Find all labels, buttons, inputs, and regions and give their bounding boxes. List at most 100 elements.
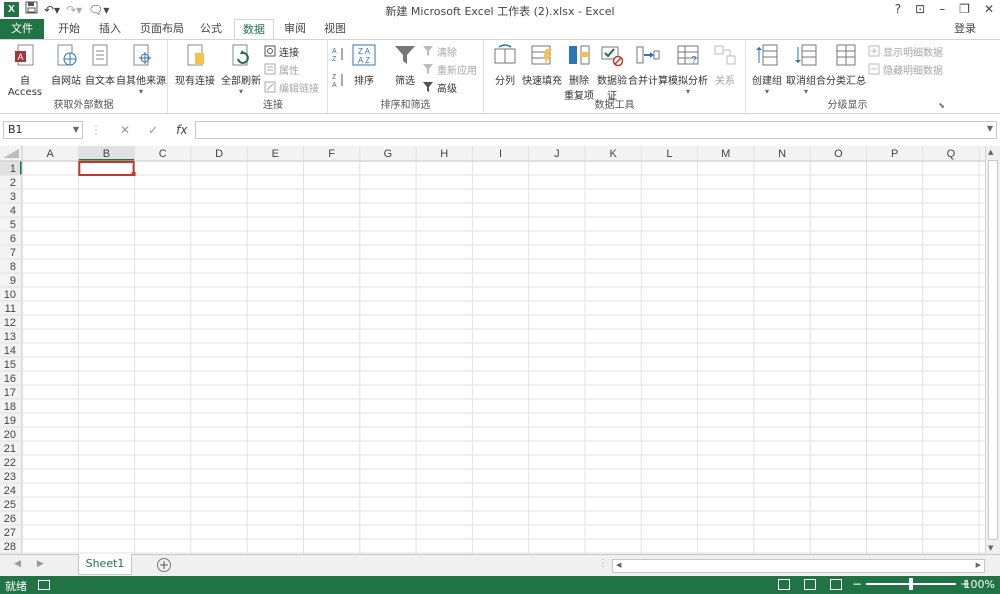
outline-dialog-launcher-icon[interactable]: ⬊ bbox=[938, 101, 945, 110]
row-header-8[interactable]: 8 bbox=[10, 261, 16, 273]
enter-icon[interactable]: ✓ bbox=[148, 121, 158, 139]
row-header-2[interactable]: 2 bbox=[10, 177, 16, 189]
existing-connections-button[interactable]: 现有连接 bbox=[172, 43, 218, 87]
edit-links-button[interactable]: 编辑链接 bbox=[264, 79, 319, 95]
row-header-18[interactable]: 18 bbox=[4, 401, 16, 413]
column-header-O[interactable]: O bbox=[834, 148, 843, 160]
column-header-B[interactable]: B bbox=[103, 148, 110, 160]
scroll-right-icon[interactable]: ▶ bbox=[976, 561, 981, 569]
selected-cell[interactable] bbox=[78, 161, 135, 176]
add-sheet-icon[interactable]: + bbox=[157, 558, 171, 572]
tab-review[interactable]: 审阅 bbox=[278, 19, 312, 39]
group-button[interactable]: 创建组 ▾ bbox=[748, 43, 786, 96]
row-header-26[interactable]: 26 bbox=[4, 513, 16, 525]
normal-view-icon[interactable] bbox=[778, 579, 790, 590]
column-header-D[interactable]: D bbox=[215, 148, 223, 160]
remove-duplicates-button[interactable]: 删除 重复项 bbox=[562, 43, 596, 102]
column-header-H[interactable]: H bbox=[440, 148, 448, 160]
column-header-P[interactable]: P bbox=[891, 148, 898, 160]
data-validation-button[interactable]: 数据验 证 bbox=[596, 43, 628, 102]
tab-page-layout[interactable]: 页面布局 bbox=[136, 19, 188, 39]
from-access-button[interactable]: A 自 Access bbox=[4, 43, 46, 98]
clear-filter-button[interactable]: 清除 bbox=[422, 43, 457, 59]
column-header-C[interactable]: C bbox=[159, 148, 167, 160]
column-header-L[interactable]: L bbox=[666, 148, 672, 160]
row-header-22[interactable]: 22 bbox=[4, 457, 16, 469]
row-header-17[interactable]: 17 bbox=[4, 387, 16, 399]
ribbon-display-icon[interactable]: ⊡ bbox=[915, 0, 925, 18]
row-header-7[interactable]: 7 bbox=[10, 247, 16, 259]
row-header-25[interactable]: 25 bbox=[4, 499, 16, 511]
minimize-icon[interactable]: – bbox=[939, 0, 945, 18]
consolidate-button[interactable]: 合并计算 bbox=[628, 43, 668, 87]
column-header-A[interactable]: A bbox=[46, 148, 54, 160]
connections-button[interactable]: 连接 bbox=[264, 43, 299, 59]
row-header-4[interactable]: 4 bbox=[10, 205, 16, 217]
scroll-up-icon[interactable]: ▲ bbox=[988, 148, 993, 156]
zoom-slider[interactable] bbox=[866, 578, 957, 590]
relationships-button[interactable]: 关系 bbox=[708, 43, 742, 87]
vertical-scrollbar[interactable]: ▲ ▼ bbox=[985, 146, 1000, 554]
restore-icon[interactable]: ❐ bbox=[959, 0, 970, 18]
cancel-icon[interactable]: ✕ bbox=[120, 121, 130, 139]
tab-data[interactable]: 数据 bbox=[234, 19, 274, 40]
row-header-24[interactable]: 24 bbox=[4, 485, 16, 497]
sheet-tab-sheet1[interactable]: Sheet1 bbox=[78, 554, 132, 575]
reapply-button[interactable]: 重新应用 bbox=[422, 61, 477, 77]
from-text-button[interactable]: 自文本 bbox=[84, 43, 116, 87]
row-header-19[interactable]: 19 bbox=[4, 415, 16, 427]
zoom-out-icon[interactable]: − bbox=[852, 577, 862, 591]
prev-sheet-icon[interactable]: ◀ bbox=[14, 559, 21, 569]
column-header-K[interactable]: K bbox=[609, 148, 617, 160]
subtotal-button[interactable]: 分类汇总 bbox=[826, 43, 866, 87]
row-header-9[interactable]: 9 bbox=[10, 275, 16, 287]
tab-file[interactable]: 文件 bbox=[0, 19, 44, 39]
column-header-F[interactable]: F bbox=[328, 148, 335, 160]
worksheet-grid[interactable]: A B C D E F G H I J K L M N O P Q 1 2 3 4 5 6 7 8 9 10 11 12 13 14 15 16… bbox=[0, 146, 985, 554]
sort-button[interactable]: Z AA Z 排序 bbox=[350, 43, 378, 87]
show-detail-button[interactable]: 显示明细数据 bbox=[868, 43, 943, 59]
zoom-slider-knob[interactable] bbox=[909, 578, 914, 590]
row-header-10[interactable]: 10 bbox=[4, 289, 16, 301]
sort-ascending-button[interactable]: AZ bbox=[332, 46, 346, 62]
column-header-G[interactable]: G bbox=[384, 148, 393, 160]
row-header-6[interactable]: 6 bbox=[10, 233, 16, 245]
vertical-scroll-thumb[interactable] bbox=[988, 160, 998, 540]
split-handle-icon[interactable]: ⋮ bbox=[598, 558, 608, 569]
column-header-Q[interactable]: Q bbox=[947, 148, 956, 160]
page-break-view-icon[interactable] bbox=[830, 579, 842, 590]
column-header-N[interactable]: N bbox=[778, 148, 786, 160]
scroll-down-icon[interactable]: ▼ bbox=[988, 544, 993, 552]
fill-handle[interactable] bbox=[131, 172, 136, 176]
sort-descending-button[interactable]: ZA bbox=[332, 72, 346, 88]
horizontal-scrollbar[interactable]: ◀ ▶ bbox=[612, 559, 985, 573]
expand-formula-bar-icon[interactable]: ▼ bbox=[987, 124, 993, 133]
column-header-I[interactable]: I bbox=[499, 148, 502, 160]
from-other-sources-button[interactable]: 自其他来源 ▾ bbox=[116, 43, 166, 96]
name-box-dropdown-icon[interactable]: ▼ bbox=[73, 122, 79, 138]
help-icon[interactable]: ? bbox=[895, 0, 901, 18]
row-header-15[interactable]: 15 bbox=[4, 359, 16, 371]
properties-button[interactable]: 属性 bbox=[264, 61, 299, 77]
row-header-3[interactable]: 3 bbox=[10, 191, 16, 203]
row-header-28[interactable]: 28 bbox=[4, 541, 16, 553]
row-header-27[interactable]: 27 bbox=[4, 527, 16, 539]
close-icon[interactable]: ✕ bbox=[984, 0, 994, 18]
page-layout-view-icon[interactable] bbox=[804, 579, 816, 590]
row-header-13[interactable]: 13 bbox=[4, 331, 16, 343]
ungroup-button[interactable]: 取消组合 ▾ bbox=[786, 43, 826, 96]
tab-formulas[interactable]: 公式 bbox=[194, 19, 228, 39]
row-header-23[interactable]: 23 bbox=[4, 471, 16, 483]
insert-function-icon[interactable]: fx bbox=[176, 121, 187, 139]
tab-view[interactable]: 视图 bbox=[318, 19, 352, 39]
text-to-columns-button[interactable]: 分列 bbox=[488, 43, 522, 87]
formula-options-icon[interactable]: ⋮ bbox=[90, 121, 102, 139]
row-header-1[interactable]: 1 bbox=[10, 163, 16, 175]
row-header-12[interactable]: 12 bbox=[4, 317, 16, 329]
next-sheet-icon[interactable]: ▶ bbox=[37, 559, 44, 569]
column-header-J[interactable]: J bbox=[554, 148, 560, 160]
what-if-analysis-button[interactable]: ? 模拟分析 ▾ bbox=[668, 43, 708, 96]
column-header-M[interactable]: M bbox=[721, 148, 730, 160]
name-box[interactable]: B1 ▼ bbox=[3, 121, 83, 139]
from-web-button[interactable]: 自网站 bbox=[48, 43, 84, 87]
